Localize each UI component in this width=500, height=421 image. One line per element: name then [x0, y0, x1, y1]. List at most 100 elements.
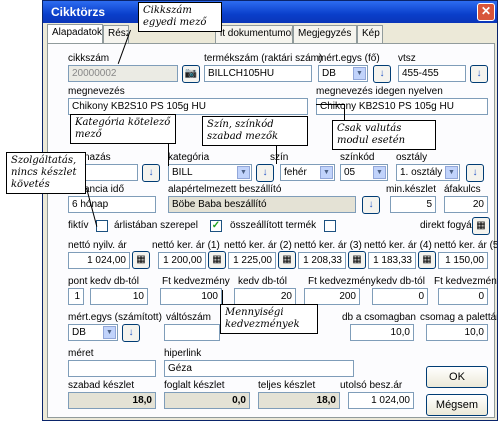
hiperlink-label: hiperlink — [164, 348, 202, 359]
afakulcs-field[interactable]: 20 — [444, 196, 488, 213]
arrow-down-icon[interactable]: ↓ — [470, 65, 488, 83]
mertegys-szamitott-value: DB — [72, 327, 86, 338]
valtoszam-label: váltószám — [166, 312, 212, 323]
ft-kedvezmeny-3-label: Ft kedvezmény — [434, 276, 498, 287]
szabad-keszlet-label: szabad készlet — [68, 380, 135, 391]
calculator-icon[interactable]: ▦ — [208, 251, 226, 269]
termekszam-field[interactable]: BILLCH105HU — [204, 65, 312, 82]
arrow-down-icon[interactable]: ↓ — [142, 164, 160, 182]
alapadatok-panel: cikkszám 20000002 📷 termékszám (raktári … — [47, 43, 498, 418]
arlistaban-checkbox[interactable]: ✓ — [210, 220, 222, 232]
osztaly-value: 1. osztály — [400, 167, 443, 178]
mertegys-szamitott-select[interactable]: DB ▼ — [68, 324, 118, 341]
cikktorzs-window: Cikktörzs ✕ Alapadatok Részl lt dokument… — [42, 0, 498, 421]
meret-field[interactable] — [68, 360, 156, 377]
teljes-keszlet-field: 18,0 — [258, 392, 340, 409]
osztaly-label: osztály — [396, 152, 428, 163]
netto-ker4-field[interactable]: 1 183,33 — [368, 252, 416, 269]
fiktiv-label: fiktív — [68, 220, 89, 231]
camera-icon[interactable]: 📷 — [182, 65, 200, 83]
megsem-button[interactable]: Mégsem — [426, 394, 488, 416]
kategoria-select[interactable]: BILL ▼ — [168, 164, 252, 181]
netto-nyilv-field[interactable]: 1 024,00 — [68, 252, 130, 269]
csomag-a-palettan-field[interactable]: 10,0 — [426, 324, 488, 341]
tab-kep[interactable]: Kép — [357, 25, 383, 43]
netto-nyilv-label: nettó nyilv. ár — [68, 240, 127, 251]
szin-select[interactable]: fehér ▼ — [280, 164, 335, 181]
netto-ker2-field[interactable]: 1 225,00 — [228, 252, 276, 269]
callout-kategoria: Kategória kötelező mező — [70, 114, 176, 144]
chevron-down-icon: ▼ — [373, 166, 386, 179]
garancia-field[interactable]: 6 hónap — [68, 196, 156, 213]
netto-ker1-field[interactable]: 1 200,00 — [158, 252, 206, 269]
calculator-icon[interactable]: ▦ — [348, 251, 366, 269]
tab-megjegyzes[interactable]: Megjegyzés — [293, 25, 357, 43]
pont-label: pont — [68, 276, 88, 287]
szinkod-select[interactable]: 05 ▼ — [340, 164, 388, 181]
foglalt-keszlet-field: 0,0 — [164, 392, 250, 409]
title-bar: Cikktörzs ✕ — [43, 1, 497, 23]
ft-kedvezmeny-1-field[interactable]: 100 — [160, 288, 222, 305]
cikkszam-field[interactable]: 20000002 — [68, 65, 178, 82]
mertegys-fo-select[interactable]: DB ▼ — [318, 65, 368, 82]
calculator-icon[interactable]: ▦ — [132, 251, 150, 269]
szinkod-value: 05 — [344, 167, 356, 178]
megnevezes-idegen-field[interactable]: Chikony KB2S10 PS 105g HU — [316, 98, 488, 115]
netto-ker3-field[interactable]: 1 208,33 — [298, 252, 346, 269]
calculator-icon[interactable]: ▦ — [472, 217, 490, 235]
window-title: Cikktörzs — [51, 5, 106, 19]
direkt-fogyas-label: direkt fogyás — [420, 220, 477, 231]
close-button[interactable]: ✕ — [477, 3, 495, 21]
hiperlink-field[interactable]: Géza — [164, 360, 354, 377]
megnevezes-field[interactable]: Chikony KB2S10 PS 105g HU — [68, 98, 308, 115]
arrow-down-icon[interactable]: ↓ — [256, 164, 274, 182]
arrow-down-icon[interactable]: ↓ — [373, 65, 391, 83]
ft-kedvezmeny-3-field[interactable]: 0 — [438, 288, 488, 305]
megnevezes-idegen-label: megnevezés idegen nyelven — [316, 86, 443, 97]
kedv-db-tol-3-field[interactable]: 0 — [372, 288, 428, 305]
ft-kedvezmeny-2-label: Ft kedvezmény — [308, 276, 376, 287]
alap-beszallito-field[interactable]: Böbe Baba beszállító — [168, 196, 356, 213]
netto-ker1-label: nettó ker. ár (1) — [152, 240, 220, 251]
calculator-icon[interactable]: ▦ — [278, 251, 296, 269]
arrow-down-icon[interactable]: ↓ — [466, 164, 484, 182]
fiktiv-checkbox[interactable] — [96, 220, 108, 232]
meret-label: méret — [68, 348, 94, 359]
alap-beszallito-label: alapértelmezett beszállító — [168, 184, 282, 195]
osztaly-select[interactable]: 1. osztály ▼ — [396, 164, 460, 181]
pont-field[interactable]: 1 — [68, 288, 84, 305]
chevron-down-icon: ▼ — [320, 166, 333, 179]
db-a-csomagban-field[interactable]: 10,0 — [350, 324, 414, 341]
csoport-label: nazás — [84, 152, 111, 163]
tab-dokumentumok[interactable]: lt dokumentumok — [215, 25, 293, 43]
osszeallitott-checkbox[interactable] — [324, 220, 336, 232]
arlistaban-label: árlistában szerepel — [114, 220, 198, 231]
kedv-db-tol-2-field[interactable]: 20 — [234, 288, 296, 305]
callout-szin: Szín, színkód szabad mezők — [202, 116, 308, 146]
valtoszam-field[interactable] — [164, 324, 220, 341]
vtsz-field[interactable]: 455-455 — [398, 65, 466, 82]
szin-label: szín — [270, 152, 289, 163]
mertegys-fo-label: mért.egys (fő) — [318, 53, 380, 64]
kategoria-value: BILL — [172, 167, 193, 178]
termekszam-label: termékszám (raktári szám) — [204, 53, 323, 64]
check-icon: ✓ — [211, 220, 221, 231]
garancia-label: ancia idő — [84, 184, 125, 195]
netto-ker3-label: nettó ker. ár (3) — [294, 240, 362, 251]
netto-ker5-field[interactable]: 1 150,00 — [438, 252, 488, 269]
calculator-icon[interactable]: ▦ — [418, 251, 436, 269]
megnevezes-label: megnevezés — [68, 86, 125, 97]
kedv-db-tol-1-field[interactable]: 10 — [90, 288, 148, 305]
arrow-down-icon[interactable]: ↓ — [122, 324, 140, 342]
arrow-down-icon[interactable]: ↓ — [362, 196, 380, 214]
chevron-down-icon: ▼ — [103, 326, 116, 339]
ok-button[interactable]: OK — [426, 366, 488, 388]
afakulcs-label: áfakulcs — [444, 184, 481, 195]
ft-kedvezmeny-2-field[interactable]: 200 — [304, 288, 360, 305]
tab-alapadatok[interactable]: Alapadatok — [47, 24, 103, 44]
callout-szolgaltatas: Szolgáltatás, nincs készlet követés — [6, 152, 86, 194]
utolso-besz-ar-label: utolsó besz.ár — [340, 380, 403, 391]
netto-ker4-label: nettó ker. ár (4) — [364, 240, 432, 251]
szin-value: fehér — [284, 167, 307, 178]
min-keszlet-field[interactable]: 5 — [390, 196, 436, 213]
